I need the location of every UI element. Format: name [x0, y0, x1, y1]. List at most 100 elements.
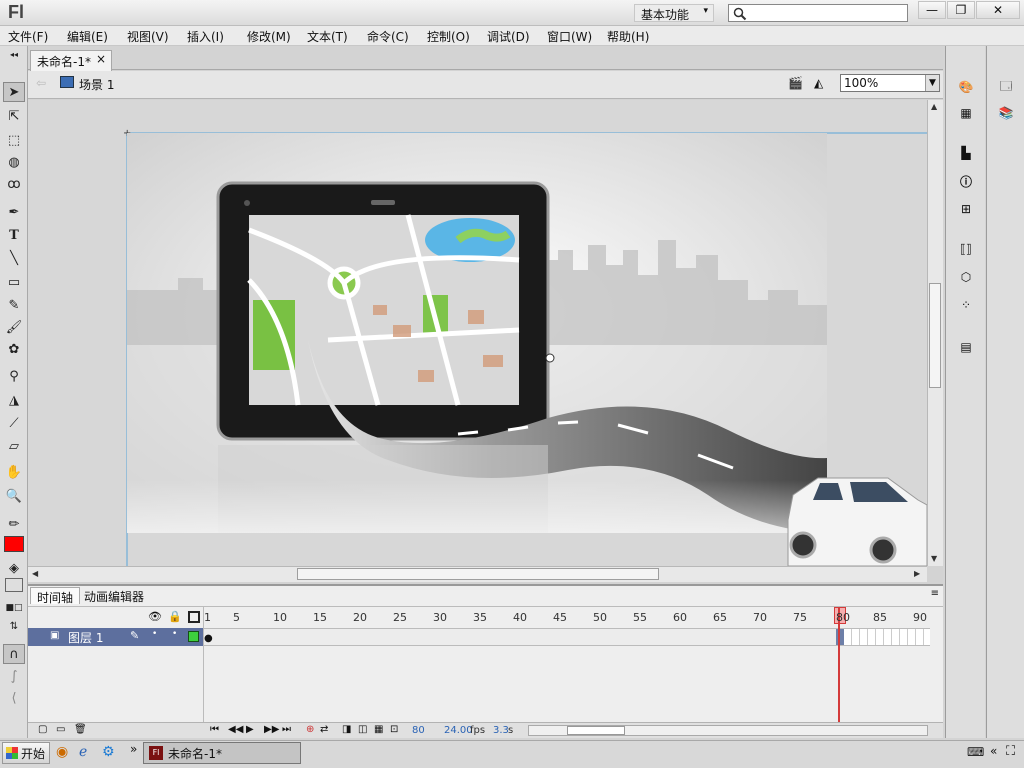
tab-motion-editor[interactable]: 动画编辑器: [78, 587, 150, 604]
free-transform-tool-icon[interactable]: ⬚: [3, 130, 25, 150]
lasso-tool-icon[interactable]: ꝏ: [3, 174, 25, 194]
menu-insert[interactable]: 插入(I): [187, 28, 224, 45]
snap-to-objects-icon[interactable]: ∩: [3, 644, 25, 664]
scroll-up-icon[interactable]: ▲: [931, 102, 937, 111]
collapse-panel-icon[interactable]: ◂◂: [3, 50, 25, 59]
tray-expand-icon[interactable]: «: [990, 744, 997, 758]
scroll-right-icon[interactable]: ▶: [914, 569, 920, 578]
components-icon[interactable]: ⬡: [954, 266, 978, 288]
swap-colors-icon[interactable]: ⇅: [3, 616, 25, 636]
black-white-icon[interactable]: ■□: [3, 598, 25, 618]
show-hide-layers-icon[interactable]: 👁: [148, 610, 162, 623]
media-player-icon[interactable]: ◉: [56, 744, 68, 760]
layer-name[interactable]: 图层 1: [68, 629, 103, 646]
quick-launch-more-icon[interactable]: »: [130, 742, 137, 756]
car-artwork[interactable]: [787, 477, 927, 566]
menu-file[interactable]: 文件(F): [8, 28, 48, 45]
new-layer-icon[interactable]: ▢: [38, 724, 47, 735]
eraser-tool-icon[interactable]: ▱: [3, 436, 25, 456]
play-icon[interactable]: ▶: [246, 724, 254, 735]
taskbar-flash-window[interactable]: Fl 未命名-1*: [143, 742, 301, 764]
menu-commands[interactable]: 命令(C): [367, 28, 409, 45]
hand-tool-icon[interactable]: ✋: [3, 462, 25, 482]
edit-symbols-icon[interactable]: ◭: [814, 76, 823, 90]
text-tool-icon[interactable]: T: [3, 225, 25, 245]
paint-bucket-tool-icon[interactable]: ◮: [3, 390, 25, 410]
menu-edit[interactable]: 编辑(E): [67, 28, 108, 45]
keyboard-icon[interactable]: ⌨: [967, 745, 984, 759]
current-frame-value[interactable]: 80: [412, 725, 425, 736]
new-folder-icon[interactable]: ▭: [56, 724, 65, 735]
tab-timeline[interactable]: 时间轴: [30, 587, 81, 605]
color-palette-icon[interactable]: 🎨: [954, 76, 978, 98]
fill-color-swatch[interactable]: [4, 536, 24, 552]
rectangle-tool-icon[interactable]: ▭: [3, 272, 25, 292]
menu-debug[interactable]: 调试(D): [487, 28, 530, 45]
restore-button[interactable]: ❐: [947, 1, 975, 19]
last-frame-icon[interactable]: ⏭: [282, 724, 291, 735]
loop-icon[interactable]: ⇄: [320, 724, 328, 735]
menu-window[interactable]: 窗口(W): [547, 28, 592, 45]
bone-tool-icon[interactable]: ⚲: [3, 366, 25, 386]
minimize-button[interactable]: —: [918, 1, 946, 19]
timeline-scroll-thumb[interactable]: [567, 726, 625, 735]
first-frame-icon[interactable]: ⏮: [210, 724, 219, 735]
properties-icon[interactable]: 🗔: [994, 76, 1018, 98]
help-search-field[interactable]: [728, 4, 908, 22]
zoom-select[interactable]: 100% ▼: [840, 74, 940, 92]
layer-row[interactable]: ▣ 图层 1 ✎ • •: [28, 628, 203, 646]
scene-panel-icon[interactable]: ▤: [954, 336, 978, 358]
menu-help[interactable]: 帮助(H): [607, 28, 649, 45]
start-button[interactable]: 开始: [2, 742, 50, 764]
eyedropper-tool-icon[interactable]: ⟋: [3, 413, 25, 433]
fps-value[interactable]: 24.00: [444, 725, 473, 736]
map-artwork[interactable]: [127, 133, 827, 533]
onion-skin-outlines-icon[interactable]: ◫: [358, 724, 367, 735]
lock-dot-icon[interactable]: •: [172, 629, 177, 639]
motion-presets-icon[interactable]: ⁘: [954, 294, 978, 316]
menu-control[interactable]: 控制(O): [427, 28, 470, 45]
tab-close-icon[interactable]: ×: [96, 52, 106, 66]
visibility-dot-icon[interactable]: •: [152, 629, 157, 639]
modify-markers-icon[interactable]: ⊡: [390, 724, 398, 735]
onion-skin-icon[interactable]: ◨: [342, 724, 351, 735]
step-back-icon[interactable]: ◀◀: [228, 724, 243, 735]
workspace-switcher[interactable]: 基本功能 ▾: [634, 4, 714, 22]
menu-text[interactable]: 文本(T): [307, 28, 348, 45]
outline-layers-icon[interactable]: [188, 611, 200, 623]
center-frame-icon[interactable]: ⊕: [306, 724, 314, 735]
selection-tool-icon[interactable]: ➤: [3, 82, 25, 102]
frame-strip[interactable]: ●: [204, 628, 930, 646]
outline-color-swatch[interactable]: [188, 631, 199, 642]
transform-icon[interactable]: ⊞: [954, 198, 978, 220]
smooth-icon[interactable]: ∫: [3, 666, 25, 686]
fill-bucket-icon[interactable]: ◈: [3, 558, 25, 578]
pen-tool-icon[interactable]: ✒: [3, 202, 25, 222]
no-color-swatch[interactable]: [5, 578, 23, 592]
pencil-tool-icon[interactable]: ✎: [3, 295, 25, 315]
scroll-left-icon[interactable]: ◀: [32, 569, 38, 578]
deco-tool-icon[interactable]: ✿: [3, 339, 25, 359]
3d-rotation-tool-icon[interactable]: ◍: [3, 152, 25, 172]
step-forward-icon[interactable]: ▶▶: [264, 724, 279, 735]
horizontal-scroll-thumb[interactable]: [297, 568, 659, 580]
swatches-icon[interactable]: ▦: [954, 102, 978, 124]
stroke-color-icon[interactable]: ✏: [3, 514, 25, 534]
zoom-tool-icon[interactable]: 🔍: [3, 486, 25, 506]
keyframe-icon[interactable]: ●: [204, 633, 213, 644]
document-tab[interactable]: 未命名-1* ×: [30, 50, 112, 71]
close-button[interactable]: ✕: [976, 1, 1020, 19]
back-arrow-icon[interactable]: ⇦: [36, 76, 46, 90]
edit-multiple-frames-icon[interactable]: ▦: [374, 724, 383, 735]
settings-icon[interactable]: ⚙: [102, 744, 115, 760]
lock-layers-icon[interactable]: 🔒: [168, 610, 182, 623]
library-icon[interactable]: 📚: [994, 102, 1018, 124]
menu-view[interactable]: 视图(V): [127, 28, 169, 45]
delete-layer-icon[interactable]: 🗑: [74, 724, 87, 735]
stage-viewport[interactable]: +: [28, 100, 927, 566]
edit-scene-icon[interactable]: 🎬: [788, 76, 803, 90]
scroll-down-icon[interactable]: ▼: [931, 554, 937, 563]
network-icon[interactable]: ⛶: [1006, 744, 1015, 759]
vertical-scroll-thumb[interactable]: [929, 283, 941, 388]
straighten-icon[interactable]: ⟨: [3, 688, 25, 708]
